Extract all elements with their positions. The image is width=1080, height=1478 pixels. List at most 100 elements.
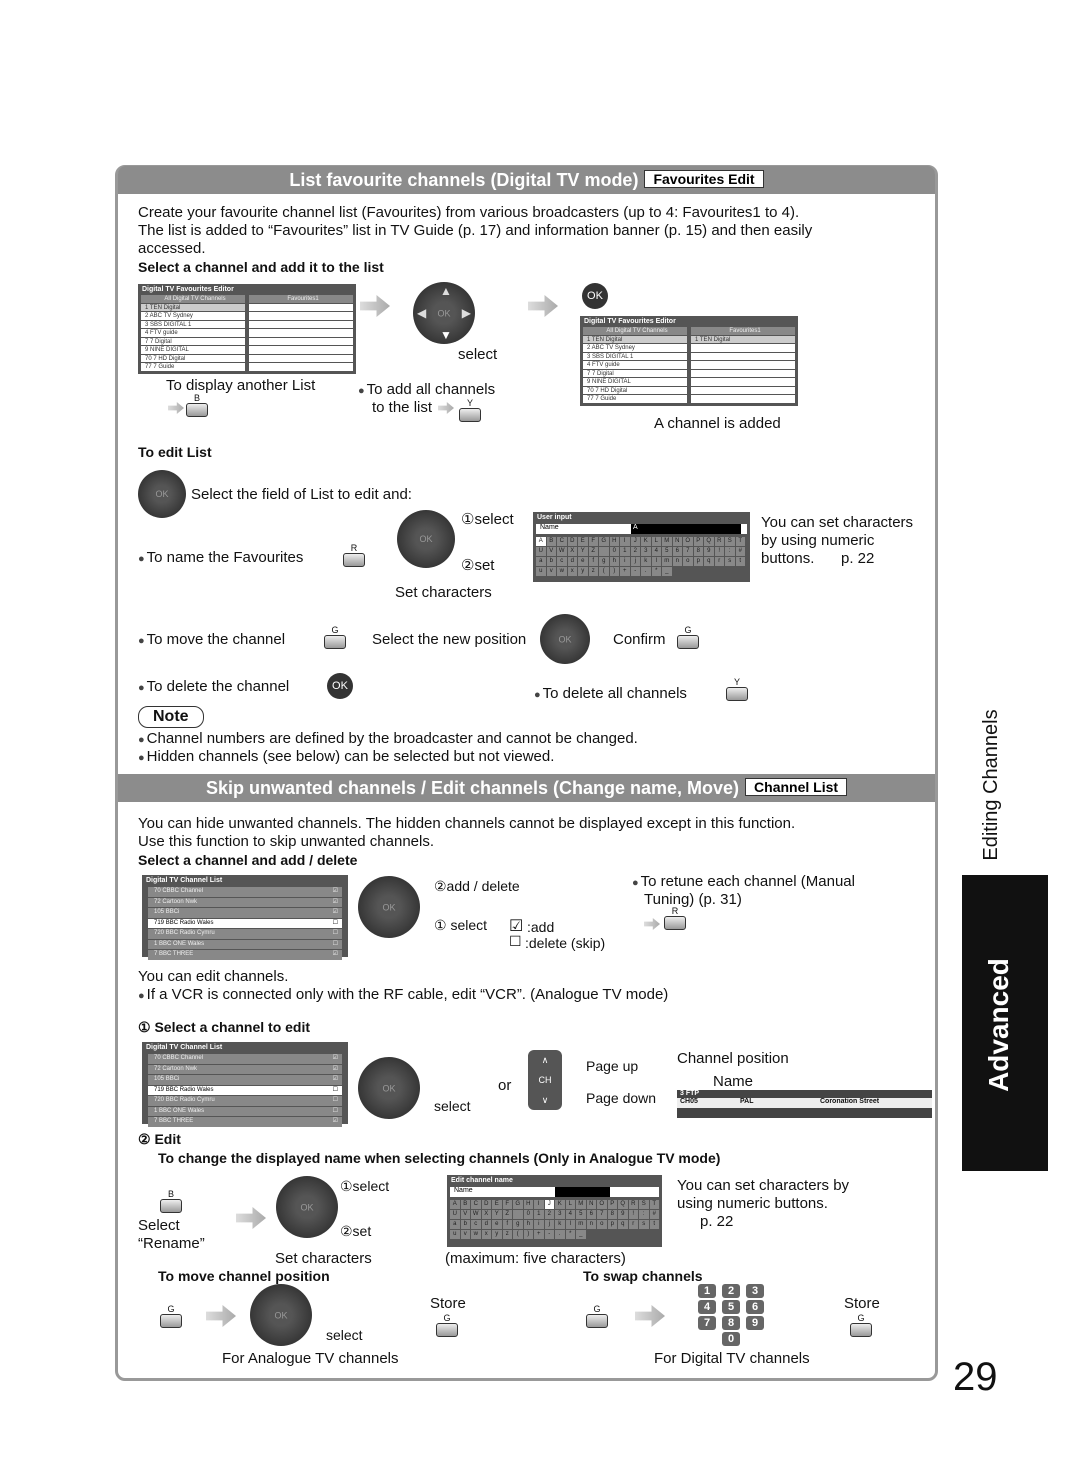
keyboard-key: T — [649, 1200, 659, 1209]
channel-number: 720 — [154, 930, 166, 936]
confirm-label: Confirm — [613, 631, 666, 648]
checked-box-icon: ☑ — [332, 1076, 338, 1082]
channel-row: 72 Cartoon Nwk ☑ — [148, 1064, 342, 1074]
channel-row: 2 ABC TV Sydney — [583, 344, 687, 353]
keyboard-key: l — [651, 557, 661, 566]
keyboard-key: u — [536, 567, 546, 576]
empty-box-icon: ☐ — [332, 1097, 338, 1103]
keyboard-key: 7 — [597, 1210, 607, 1219]
keyboard-key: K — [641, 537, 651, 546]
favourites-editor-screen-result: Digital TV Favourites Editor All Digital … — [580, 316, 798, 406]
section-header-favourites: List favourite channels (Digital TV mode… — [118, 166, 935, 194]
screen-title: User input — [537, 514, 572, 521]
keyboard-key: A — [450, 1200, 460, 1209]
favourite-row — [691, 395, 795, 404]
key-label: Y — [466, 398, 473, 408]
direction-pad: OK — [540, 614, 590, 664]
banner-title: 3 FTP — [680, 1090, 700, 1097]
keyboard-key: T — [735, 537, 745, 546]
channel-row: 7 BBC THREE ☑ — [148, 950, 342, 960]
keyboard-key: Q — [618, 1200, 628, 1209]
ok-button-icon: OK — [327, 673, 353, 699]
keyboard-row: u v w x y z() + -. * _ — [536, 567, 747, 576]
channel-name: BBC Radio Cymru — [165, 930, 215, 936]
favourite-row — [691, 369, 795, 378]
keyboard-key — [513, 1210, 523, 1219]
add-delete-label: ②add / delete — [434, 878, 520, 894]
keyboard-key: e — [492, 1220, 502, 1229]
key-label: Y — [733, 677, 740, 687]
channel-row: 77 7 Guide — [141, 363, 245, 372]
favourite-row — [249, 303, 353, 312]
name-value: A — [631, 524, 741, 534]
select-label: ①select — [340, 1178, 390, 1194]
keyboard-key: o — [597, 1220, 607, 1229]
channel-row: 70 CBBC Channel ☑ — [148, 887, 342, 897]
keyboard-key: f — [588, 557, 598, 566]
favourites-editor-screen: Digital TV Favourites Editor All Digital … — [138, 284, 356, 374]
or-label: or — [498, 1077, 512, 1094]
keyboard-key: E — [578, 537, 588, 546]
user-input-screen: User input Name A A B C D E F G H I J K L M N O P Q R S T U V W X Y… — [533, 512, 750, 582]
keyboard-key: m — [662, 557, 672, 566]
select-label: select — [458, 346, 498, 363]
green-key-icon — [586, 1314, 608, 1328]
chapter-label: Advanced — [983, 958, 1014, 1092]
keyboard-key: Z — [588, 547, 598, 556]
keyboard-key: C — [471, 1200, 481, 1209]
favourite-row — [249, 312, 353, 321]
channel-row: 7 7 Digital — [583, 369, 687, 378]
keyboard-key: A — [536, 537, 546, 546]
keyboard-key: p — [693, 557, 703, 566]
select-label: select — [434, 1098, 471, 1114]
keyboard-key: q — [704, 557, 714, 566]
key-label: G — [443, 1313, 451, 1323]
keyboard-key: . — [641, 567, 651, 576]
keyboard-key: - — [630, 567, 640, 576]
empty-box-icon: ☐ — [332, 940, 338, 947]
select-rename: Select — [138, 1217, 180, 1234]
step-heading: ② Edit — [138, 1131, 181, 1147]
keyboard-key: . — [555, 1230, 565, 1239]
menu-tag: Favourites Edit — [644, 170, 764, 188]
keyboard-key: c — [557, 557, 567, 566]
keyboard-key: Y — [578, 547, 588, 556]
keyboard-key: 4 — [651, 547, 661, 556]
keyboard-key: # — [735, 547, 745, 556]
channel-row: 720 BBC Radio Cymru ☐ — [148, 1096, 342, 1106]
keyboard-key: U — [536, 547, 546, 556]
select-label: select — [326, 1327, 363, 1343]
channel-row: 77 7 Guide — [583, 395, 687, 404]
green-key-icon — [160, 1314, 182, 1328]
channel-row: 719 BBC Radio Wales ☐ — [148, 918, 342, 928]
keyboard-key: : — [725, 547, 735, 556]
keyboard-key: I — [534, 1200, 544, 1209]
channel-row: 1 BBC ONE Wales ☐ — [148, 939, 342, 949]
ch-label: CH — [538, 1075, 552, 1085]
green-key-icon — [850, 1323, 872, 1337]
keyboard-key: f — [502, 1220, 512, 1229]
key-label: G — [331, 625, 339, 635]
keyboard-key: n — [672, 557, 682, 566]
keyboard-key: - — [544, 1230, 554, 1239]
keyboard-key: R — [714, 537, 724, 546]
keyboard-key: P — [607, 1200, 617, 1209]
keyboard-key: Z — [502, 1210, 512, 1219]
empty-box-icon: ☐ — [332, 930, 338, 936]
screen-title: Digital TV Channel List — [146, 1044, 223, 1051]
channel-name: BBC ONE Wales — [159, 940, 205, 947]
editor-columns: All Digital TV Channels 1 TEN Digital 2 AB… — [138, 295, 356, 372]
keyboard-key: I — [620, 537, 630, 546]
keyboard-key: J — [630, 537, 640, 546]
channel-row: 719 BBC Radio Wales ☐ — [148, 1085, 342, 1095]
keyboard-key: z — [502, 1230, 512, 1239]
channel-name: BBCi — [165, 1076, 180, 1082]
channel-list-screen: Digital TV Channel List 70 CBBC Channel ☑ 7… — [142, 1042, 348, 1127]
name-field: Name A — [536, 524, 747, 534]
keyboard-key: h — [523, 1220, 533, 1229]
subheading: To move channel position — [158, 1268, 330, 1284]
favourites-column: Favourites1 — [249, 295, 353, 372]
channel-name: BBC THREE — [159, 951, 194, 957]
checked-box-icon: ☑ — [332, 909, 338, 915]
vcr-note: If a VCR is connected only with the RF c… — [138, 986, 669, 1005]
